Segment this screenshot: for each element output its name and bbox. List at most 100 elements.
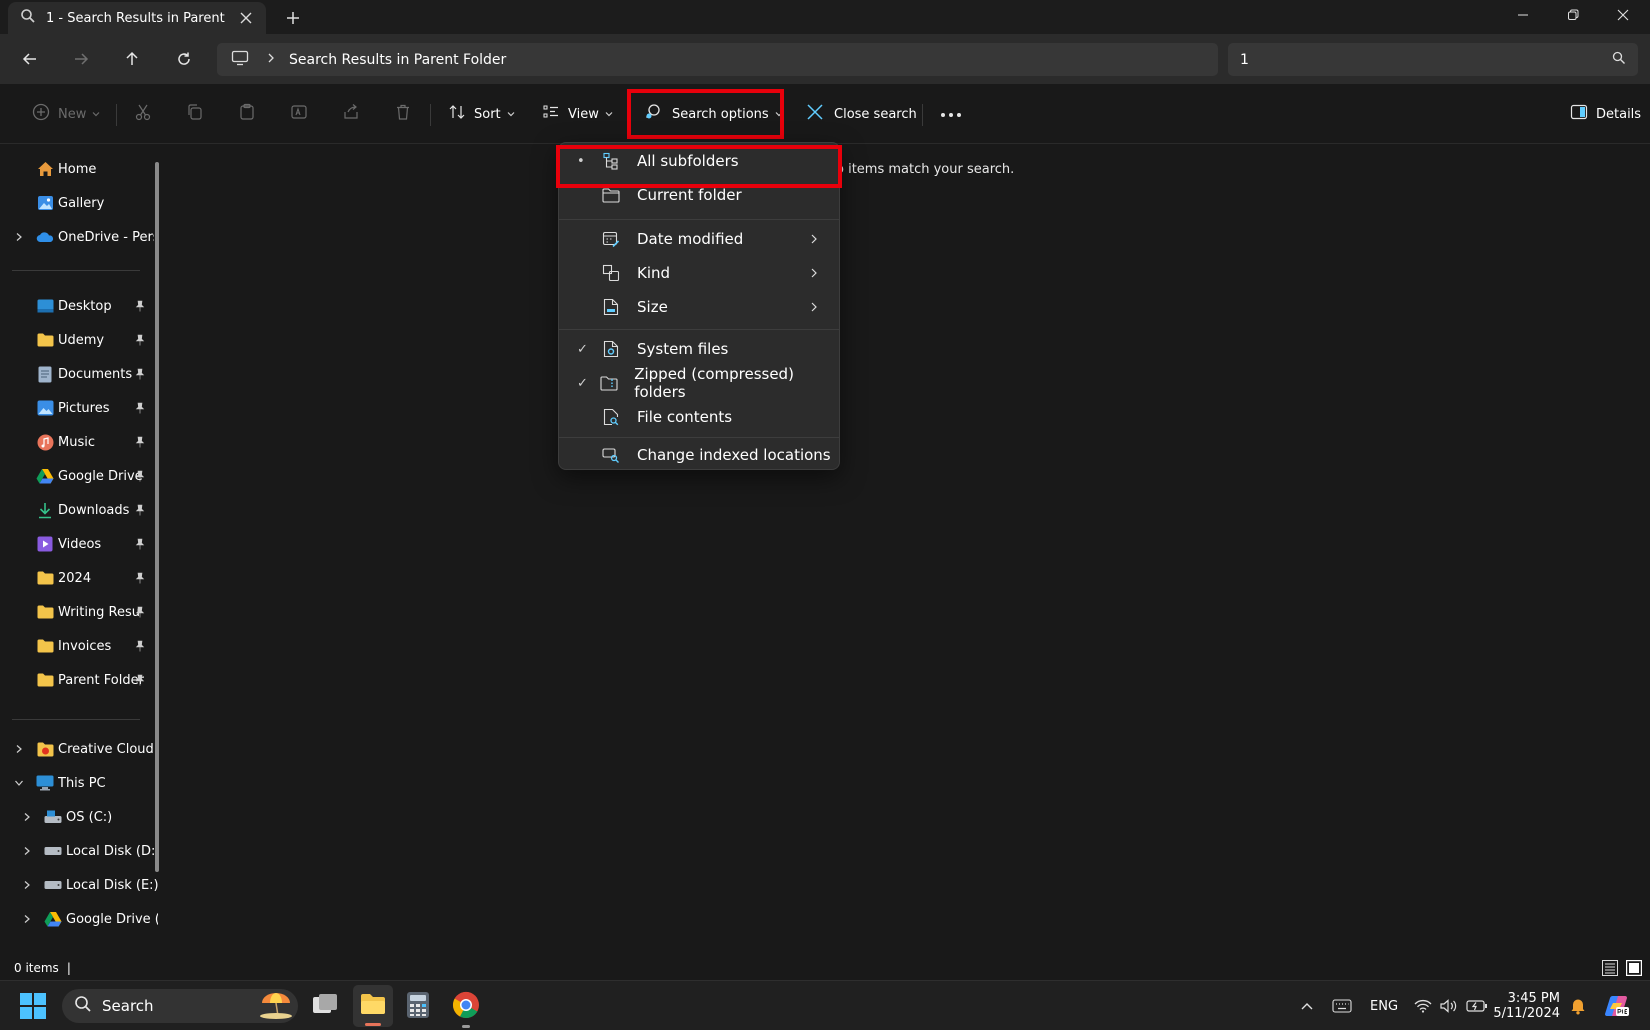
start-button[interactable] [20, 993, 46, 1023]
sidebar-item-onedrive[interactable]: OneDrive - Persc [0, 222, 158, 252]
sidebar-item-2024[interactable]: 2024 [0, 563, 158, 593]
sidebar-item-gallery[interactable]: Gallery [0, 188, 158, 218]
restore-button[interactable] [1548, 0, 1598, 30]
sidebar-item-local-disk-e[interactable]: Local Disk (E:) [0, 870, 158, 900]
clock[interactable]: 3:45 PM 5/11/2024 [1493, 981, 1560, 1030]
search-input-value[interactable]: 1 [1240, 52, 1612, 68]
forward-button[interactable] [63, 44, 99, 74]
music-icon [36, 433, 54, 451]
file-search-icon [599, 407, 623, 427]
new-tab-button[interactable] [282, 8, 304, 28]
sidebar-item-music[interactable]: Music [0, 427, 158, 457]
rename-button[interactable] [290, 98, 308, 130]
trash-icon [394, 103, 412, 125]
plus-circle-icon [32, 103, 50, 125]
search-input[interactable]: 1 [1228, 43, 1638, 76]
menu-item-system-files[interactable]: ✓ System files [563, 333, 835, 365]
copilot-icon[interactable] [1602, 981, 1630, 1030]
navigation-pane: Home Gallery OneDrive - Persc Desktop Ud… [0, 144, 170, 1030]
sidebar-item-local-disk-d[interactable]: Local Disk (D:) [0, 836, 158, 866]
file-explorer-taskbar-button[interactable] [353, 985, 393, 1027]
sort-button[interactable]: Sort [448, 98, 515, 130]
back-button[interactable] [12, 44, 48, 74]
indexed-locations-icon [599, 445, 623, 465]
sidebar-item-documents[interactable]: Documents [0, 359, 158, 389]
menu-item-size[interactable]: Size [563, 291, 835, 323]
language-indicator[interactable]: ENG [1370, 981, 1398, 1030]
show-hidden-icons[interactable] [1300, 981, 1314, 1030]
chrome-taskbar-button[interactable] [452, 991, 480, 1028]
view-button[interactable]: View [542, 98, 613, 130]
address-bar[interactable]: Search Results in Parent Folder [217, 43, 1218, 76]
cut-button[interactable] [134, 98, 152, 130]
sidebar-item-creative-cloud[interactable]: Creative Cloud F [0, 734, 158, 764]
volume-icon[interactable] [1440, 981, 1458, 1030]
tiles-view-icon[interactable] [1625, 959, 1643, 979]
chevron-down-icon [15, 780, 23, 786]
close-window-button[interactable] [1598, 0, 1648, 30]
sidebar-item-this-pc[interactable]: This PC [0, 768, 158, 798]
sidebar-item-desktop[interactable]: Desktop [0, 291, 158, 321]
menu-item-file-contents[interactable]: File contents [563, 401, 835, 433]
share-button[interactable] [342, 98, 360, 130]
breadcrumb-chevron-icon[interactable] [267, 52, 275, 68]
kind-shapes-icon [599, 263, 623, 283]
menu-item-date-modified[interactable]: Date modified [563, 223, 835, 255]
close-search-button[interactable]: Close search [806, 98, 917, 130]
close-tab-icon[interactable] [238, 10, 254, 26]
sidebar-item-home[interactable]: Home [0, 154, 158, 184]
menu-item-change-indexed-locations[interactable]: Change indexed locations [563, 439, 835, 471]
refresh-button[interactable] [166, 44, 202, 74]
keyboard-icon[interactable] [1332, 981, 1352, 1030]
battery-icon[interactable] [1466, 981, 1488, 1030]
menu-item-kind[interactable]: Kind [563, 257, 835, 289]
sidebar-item-udemy[interactable]: Udemy [0, 325, 158, 355]
more-options-button[interactable] [940, 98, 962, 130]
item-count: 0 items [14, 961, 59, 975]
tab-search-results[interactable]: 1 - Search Results in Parent Fol [8, 2, 266, 34]
delete-button[interactable] [394, 98, 412, 130]
menu-item-zipped-folders[interactable]: ✓ Zipped (compressed) folders [563, 365, 835, 401]
notification-bell-icon[interactable] [1570, 981, 1586, 1030]
beach-umbrella-icon [258, 989, 294, 1023]
status-separator: | [66, 961, 71, 975]
checkmark-icon: ✓ [577, 375, 588, 391]
up-button[interactable] [114, 44, 150, 74]
calculator-taskbar-button[interactable] [406, 991, 430, 1023]
sidebar-scrollbar[interactable] [155, 162, 159, 872]
sidebar-item-downloads[interactable]: Downloads [0, 495, 158, 525]
command-bar: New Sort View Search options Close searc… [0, 84, 1650, 144]
menu-item-label: Date modified [637, 230, 744, 248]
calculator-icon [407, 992, 429, 1018]
copy-button[interactable] [186, 98, 204, 130]
details-button[interactable]: Details [1570, 98, 1641, 130]
sidebar-item-invoices[interactable]: Invoices [0, 631, 158, 661]
sidebar-item-label: Home [58, 161, 97, 177]
paste-button[interactable] [238, 98, 256, 130]
breadcrumb-current[interactable]: Search Results in Parent Folder [289, 52, 506, 68]
taskbar-search[interactable]: Search [62, 989, 298, 1023]
search-icon[interactable] [1612, 51, 1626, 69]
sidebar-item-videos[interactable]: Videos [0, 529, 158, 559]
sidebar-item-google-drive-g[interactable]: Google Drive ( [0, 904, 158, 934]
chevron-right-icon [24, 915, 30, 923]
wifi-icon[interactable] [1414, 981, 1432, 1030]
file-explorer-icon [361, 994, 385, 1014]
sidebar-item-pictures[interactable]: Pictures [0, 393, 158, 423]
task-view-button[interactable] [312, 993, 338, 1021]
windows-logo-icon [20, 993, 46, 1019]
details-view-icon[interactable] [1602, 960, 1618, 979]
document-icon [36, 365, 54, 383]
new-label: New [58, 106, 87, 122]
sidebar-item-os-c[interactable]: OS (C:) [0, 802, 158, 832]
new-button[interactable]: New [32, 98, 100, 130]
folder-icon [36, 603, 54, 621]
menu-separator [559, 329, 839, 330]
sidebar-item-parent-folder[interactable]: Parent Folder [0, 665, 158, 695]
minimize-button[interactable] [1498, 0, 1548, 30]
sidebar-item-google-drive[interactable]: Google Drive [0, 461, 158, 491]
sidebar-item-writing-resume[interactable]: Writing Resu [0, 597, 158, 627]
drive-icon [44, 842, 62, 860]
chevron-right-icon [24, 881, 30, 889]
pin-icon [135, 300, 145, 312]
